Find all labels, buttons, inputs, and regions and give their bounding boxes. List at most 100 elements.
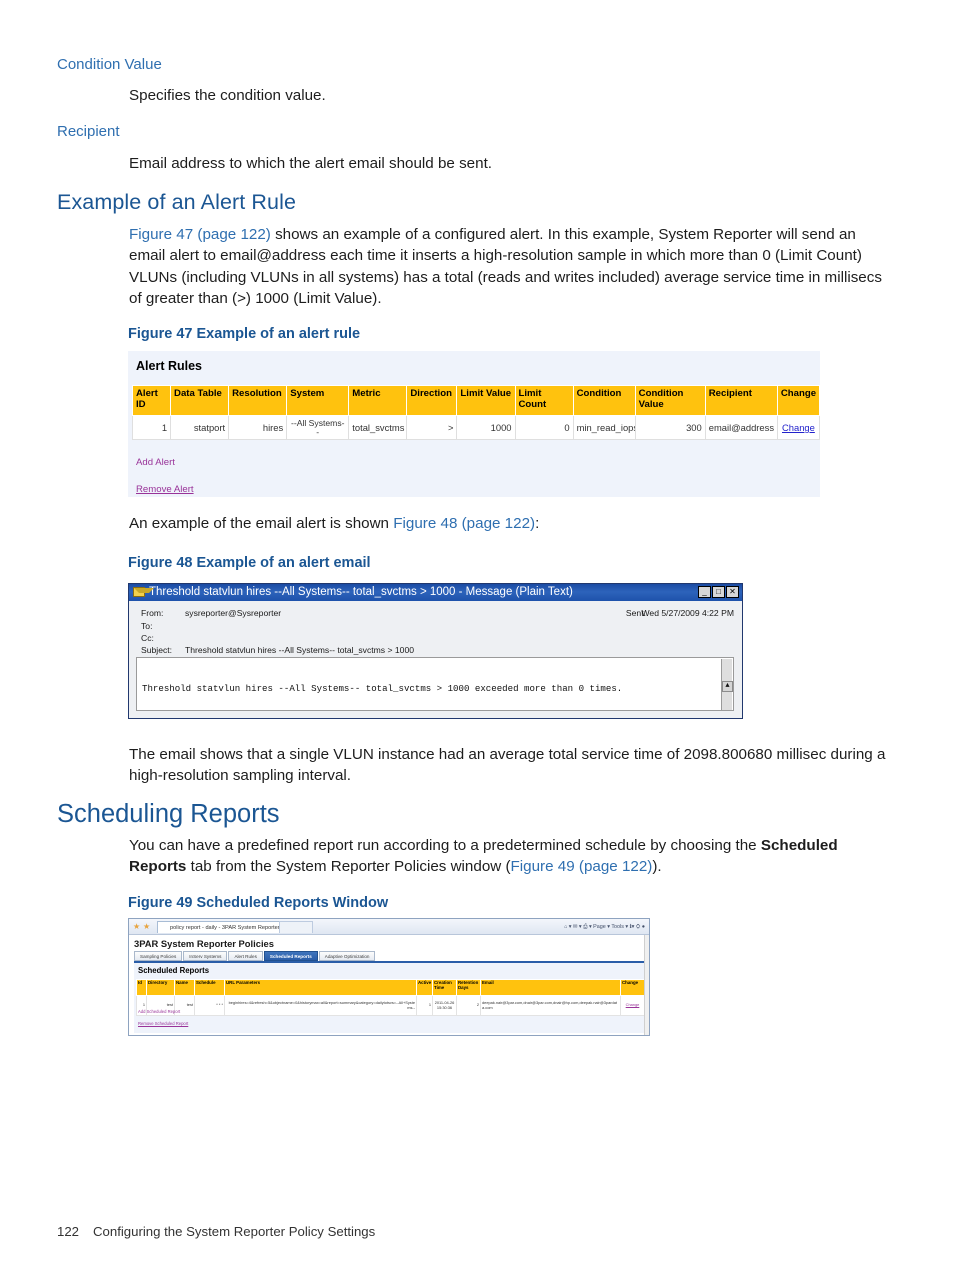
paragraph-email-explanation: The email shows that a single VLUN insta… — [129, 746, 886, 785]
envelope-icon — [133, 587, 154, 597]
outlook-window-title: Threshold statvlun hires --All Systems--… — [149, 586, 573, 598]
tab-scheduled-reports[interactable]: Scheduled Reports — [263, 951, 318, 961]
cell-retention-days: 2 — [456, 995, 481, 1016]
col-system: System — [286, 385, 350, 416]
cell-system: --All Systems-- — [286, 414, 350, 441]
col-url-parameters: URL Parameters — [224, 979, 417, 996]
figure-48-reference-link[interactable]: Figure 48 (page 122) — [393, 515, 535, 532]
tab-sampling-policies[interactable]: Sampling Policies — [134, 951, 183, 961]
remove-scheduled-report-link[interactable]: Remove Scheduled Report — [138, 1021, 188, 1026]
col-schedule: Schedule — [194, 979, 225, 996]
col-change: Change — [620, 979, 645, 996]
col-change: Change — [776, 385, 820, 416]
col-limit-value: Limit Value — [456, 385, 516, 416]
paragraph-condition-value: Specifies the condition value. — [129, 87, 326, 104]
heading-example-alert-rule: Example of an Alert Rule — [57, 190, 297, 214]
col-directory: Directory — [146, 979, 175, 996]
cell-schedule: * * * — [194, 995, 225, 1016]
scheduled-reports-table: Id Directory Name Schedule URL Parameter… — [136, 979, 645, 1016]
maximize-icon[interactable]: □ — [712, 586, 725, 598]
scheduling-para-pre: You can have a predefined report run acc… — [129, 837, 761, 854]
cc-label: Cc: — [141, 633, 154, 643]
cell-url-parameters: beginhires=4&refresh=5&objectname=0&hist… — [224, 995, 417, 1016]
paragraph-email-intro: An example of the email alert is shown F… — [129, 513, 889, 534]
cell-condition-value: 300 — [634, 414, 706, 441]
col-limit-count: Limit Count — [514, 385, 574, 416]
subject-label: Subject: — [141, 645, 173, 655]
cell-recipient: email@address — [704, 414, 778, 441]
col-direction: Direction — [406, 385, 458, 416]
figure-47-reference-link[interactable]: Figure 47 (page 122) — [129, 226, 271, 243]
heading-condition-value: Condition Value — [57, 56, 162, 73]
paragraph-email-intro-post: : — [535, 515, 540, 532]
cell-condition: min_read_iops — [572, 414, 636, 441]
col-metric: Metric — [348, 385, 408, 416]
col-condition-value: Condition Value — [634, 385, 706, 416]
email-body-scrollbar[interactable]: ▲ — [721, 659, 733, 710]
browser-toolbar-icons[interactable]: ⌂ ▾ ✉ ▾ ⎙ ▾ Page ▾ Tools ▾ ℹ▾ ⛭ ● — [564, 922, 645, 932]
tab-adaptive-optimization[interactable]: Adaptive Optimization — [318, 951, 376, 961]
footer-chapter-title: Configuring the System Reporter Policy S… — [93, 1224, 376, 1239]
col-recipient: Recipient — [704, 385, 778, 416]
email-body-line: Threshold statvlun hires --All Systems--… — [142, 683, 623, 695]
cell-direction: > — [406, 414, 458, 441]
minimize-icon[interactable]: _ — [698, 586, 711, 598]
heading-recipient: Recipient — [57, 123, 120, 140]
window-controls: _ □ ✕ — [698, 586, 739, 598]
document-page: Condition Value Specifies the condition … — [0, 0, 954, 1271]
cell-limit-value: 1000 — [456, 414, 516, 441]
col-active: Active — [416, 979, 433, 996]
remove-alert-link[interactable]: Remove Alert — [136, 484, 194, 495]
subject-value: Threshold statvlun hires --All Systems--… — [185, 645, 415, 655]
cell-limit-count: 0 — [514, 414, 574, 441]
col-data-table: Data Table — [170, 385, 230, 416]
scheduled-reports-header-row: Id Directory Name Schedule URL Parameter… — [136, 979, 645, 996]
alert-rules-table: Alert ID Data Table Resolution System Me… — [131, 385, 820, 441]
browser-toolbar: ★ ★ policy report - daily - 3PAR System … — [129, 919, 649, 935]
page-footer: 122 Configuring the System Reporter Polic… — [57, 1224, 375, 1239]
from-label: From: — [141, 608, 164, 618]
scheduled-reports-panel-title: Scheduled Reports — [138, 966, 210, 975]
add-alert-link[interactable]: Add Alert — [136, 457, 175, 468]
cell-creation-time: 2011-04-26 15:30:36 — [432, 995, 457, 1016]
browser-vertical-scrollbar[interactable] — [644, 935, 649, 1035]
paragraph-email-intro-pre: An example of the email alert is shown — [129, 515, 394, 532]
browser-tab[interactable]: policy report - daily - 3PAR System Repo… — [157, 921, 287, 933]
col-resolution: Resolution — [228, 385, 288, 416]
new-tab-button[interactable] — [279, 921, 313, 933]
col-alert-id: Alert ID — [131, 385, 172, 416]
col-id: Id — [136, 979, 147, 996]
cell-resolution: hires — [228, 414, 288, 441]
scheduled-reports-panel: Scheduled Reports Id Directory Name Sche… — [134, 963, 646, 1033]
col-condition: Condition — [572, 385, 636, 416]
close-icon[interactable]: ✕ — [726, 586, 739, 598]
tab-inserv-systems[interactable]: InServ Systems — [183, 951, 228, 961]
scheduling-para-mid: tab from the System Reporter Policies wi… — [186, 858, 511, 876]
paragraph-recipient: Email address to which the alert email s… — [129, 155, 493, 172]
alert-rules-header-row: Alert ID Data Table Resolution System Me… — [131, 385, 820, 416]
col-retention-days: Retention Days — [456, 979, 481, 996]
figure-49-caption: Figure 49 Scheduled Reports Window — [128, 895, 389, 911]
add-scheduled-report-link[interactable]: Add Scheduled Report — [138, 1009, 180, 1014]
figure-48-alert-email-screenshot: Threshold statvlun hires --All Systems--… — [128, 583, 743, 719]
change-report-link[interactable]: Change — [626, 1002, 640, 1007]
cell-alert-id: 1 — [131, 414, 172, 441]
paragraph-scheduling-reports: You can have a predefined report run acc… — [129, 835, 891, 878]
scroll-up-arrow-icon[interactable]: ▲ — [722, 681, 733, 693]
table-row: 1 statport hires --All Systems-- total_s… — [131, 414, 820, 441]
scheduling-para-post: ). — [652, 858, 662, 876]
paragraph-alert-rule-example: Figure 47 (page 122) shows an example of… — [129, 224, 889, 309]
cell-email: deepak.nair@3par.com,dnair@3par.com,dnai… — [480, 995, 621, 1016]
col-name: Name — [174, 979, 195, 996]
sent-value: Wed 5/27/2009 4:22 PM — [641, 608, 734, 618]
change-alert-link[interactable]: Change — [782, 422, 815, 433]
tab-alert-rules[interactable]: Alert Rules — [228, 951, 263, 961]
app-title: 3PAR System Reporter Policies — [134, 938, 274, 949]
col-email: Email — [480, 979, 621, 996]
favorites-star-icon[interactable]: ★ — [133, 923, 140, 931]
figure-47-alert-rules-screenshot: Alert Rules Alert ID Data Table Resoluti… — [128, 351, 820, 497]
to-label: To: — [141, 621, 153, 631]
add-favorite-star-icon[interactable]: ★ — [143, 923, 150, 931]
figure-49-reference-link[interactable]: Figure 49 (page 122) — [511, 858, 653, 875]
alert-rules-panel-title: Alert Rules — [136, 359, 202, 373]
